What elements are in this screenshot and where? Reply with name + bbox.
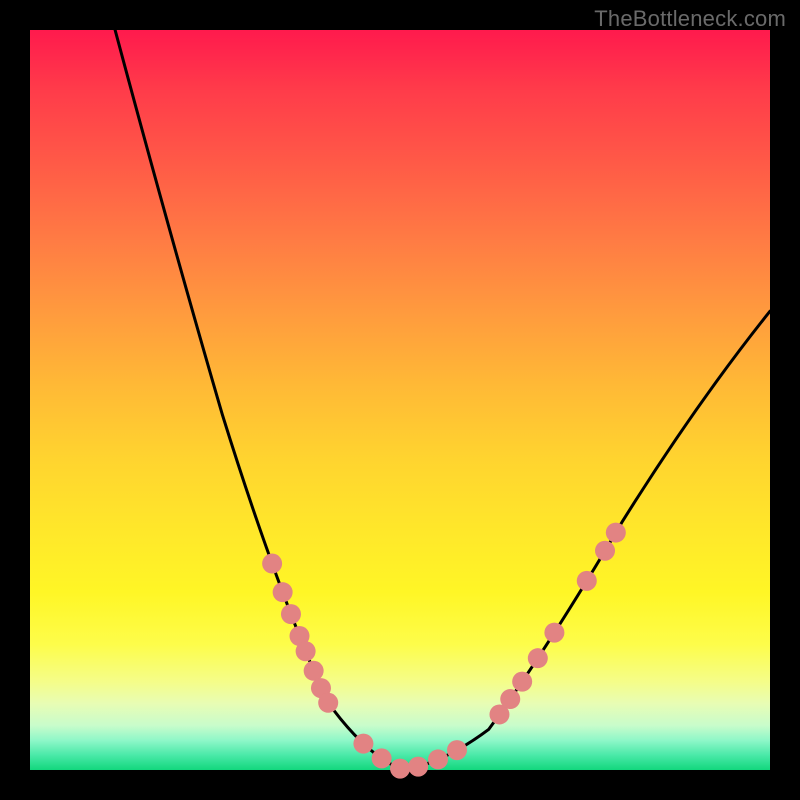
bottleneck-curve [115,30,770,770]
curve-marker [528,648,548,668]
curve-marker [390,759,410,779]
curve-marker [262,554,282,574]
curve-marker [304,661,324,681]
curve-marker [606,523,626,543]
curve-marker [595,541,615,561]
curve-marker [353,734,373,754]
curve-marker [372,748,392,768]
curve-marker [512,672,532,692]
curve-marker [428,749,448,769]
curve-marker [447,740,467,760]
curve-marker [318,693,338,713]
curve-markers [262,523,626,779]
curve-marker [273,582,293,602]
curve-marker [296,641,316,661]
chart-overlay [30,30,770,770]
curve-path [115,30,770,770]
curve-marker [577,571,597,591]
curve-marker [544,623,564,643]
watermark-text: TheBottleneck.com [594,6,786,32]
curve-marker [408,757,428,777]
image-frame: TheBottleneck.com [0,0,800,800]
curve-marker [500,689,520,709]
plot-area [30,30,770,770]
curve-marker [281,604,301,624]
